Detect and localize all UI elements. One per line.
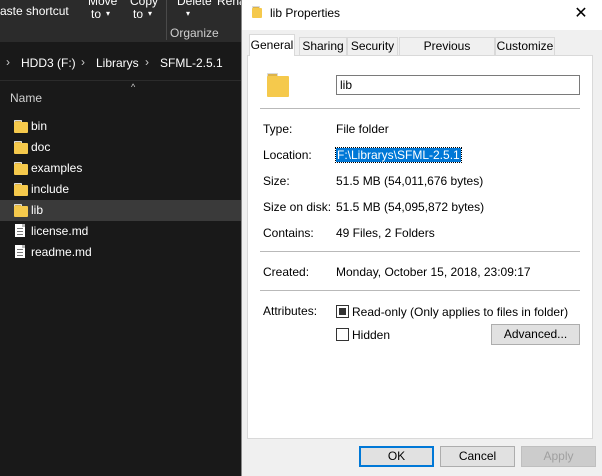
dialog-title: lib Properties (270, 6, 341, 20)
ribbon-group-label: Organize (170, 26, 219, 40)
size-on-disk-label: Size on disk: (263, 200, 332, 214)
readonly-checkbox[interactable] (336, 305, 349, 318)
size-label: Size: (263, 174, 290, 188)
tab-previous-versions[interactable]: Previous Versions (399, 37, 495, 70)
properties-dialog: lib Properties ✕ General Sharing Securit… (241, 0, 602, 476)
hidden-checkbox[interactable] (336, 328, 349, 341)
contains-value: 49 Files, 2 Folders (336, 226, 435, 240)
copy-to-dropdown-icon[interactable]: ▾ (148, 9, 152, 18)
title-bar[interactable]: lib Properties ✕ (242, 0, 602, 30)
list-item-label: include (31, 182, 70, 196)
ok-button[interactable]: OK (359, 446, 434, 467)
ribbon-divider (166, 0, 167, 40)
hidden-label[interactable]: Hidden (352, 328, 390, 342)
folder-name-input[interactable] (336, 75, 580, 95)
close-button[interactable]: ✕ (569, 4, 593, 24)
sort-ascending-icon: ^ (131, 82, 136, 92)
tab-customize[interactable]: Customize (495, 37, 555, 55)
list-item[interactable]: readme.md (0, 242, 242, 263)
location-value[interactable]: F:\Librarys\SFML-2.5.1 (335, 147, 462, 163)
apply-button[interactable]: Apply (521, 446, 596, 467)
advanced-button[interactable]: Advanced... (491, 324, 580, 345)
folder-icon (14, 204, 28, 217)
list-item[interactable]: lib (0, 200, 242, 221)
chevron-right-icon: › (81, 55, 85, 69)
document-icon (15, 224, 25, 237)
move-to-dropdown-icon[interactable]: ▾ (106, 9, 110, 18)
delete-button[interactable]: Delete (177, 0, 212, 8)
list-item-label: lib (31, 203, 44, 217)
list-item[interactable]: doc (0, 137, 242, 158)
address-bar[interactable]: › HDD3 (F:) › Librarys › SFML-2.5.1 (0, 46, 242, 81)
file-list: bin doc examples include lib license.md readme… (0, 116, 242, 263)
breadcrumb-drive[interactable]: HDD3 (F:) (21, 56, 76, 70)
document-icon (15, 245, 25, 258)
column-header-name[interactable]: Name (10, 91, 42, 105)
list-item[interactable]: bin (0, 116, 242, 137)
delete-dropdown-icon[interactable]: ▾ (186, 9, 190, 18)
location-label: Location: (263, 148, 312, 162)
list-item-label: readme.md (31, 245, 92, 259)
cancel-button[interactable]: Cancel (440, 446, 515, 467)
list-item-label: doc (31, 140, 51, 154)
general-panel: Type: File folder Location: F:\Librarys\… (247, 55, 593, 439)
list-item[interactable]: license.md (0, 221, 242, 242)
file-explorer: aste shortcut Move to ▾ Copy to ▾ Delete… (0, 0, 246, 476)
divider (260, 108, 580, 109)
type-value: File folder (336, 122, 389, 136)
ribbon: aste shortcut Move to ▾ Copy to ▾ Delete… (0, 0, 246, 42)
size-value: 51.5 MB (54,011,676 bytes) (336, 174, 484, 188)
breadcrumb-sfml[interactable]: SFML-2.5.1 (160, 56, 223, 70)
breadcrumb-librarys[interactable]: Librarys (96, 56, 139, 70)
contains-label: Contains: (263, 226, 314, 240)
move-to-label[interactable]: to (91, 7, 101, 21)
folder-icon (252, 6, 262, 18)
attributes-label: Attributes: (263, 304, 318, 318)
size-on-disk-value: 51.5 MB (54,095,872 bytes) (336, 200, 485, 214)
list-item-label: examples (31, 161, 83, 175)
list-item[interactable]: examples (0, 158, 242, 179)
copy-to-label[interactable]: to (133, 7, 143, 21)
divider (260, 290, 580, 291)
paste-shortcut-button[interactable]: aste shortcut (0, 4, 69, 18)
created-label: Created: (263, 265, 310, 279)
list-item-label: bin (31, 119, 48, 133)
divider (260, 251, 580, 252)
folder-icon (14, 162, 28, 175)
chevron-right-icon: › (6, 55, 10, 69)
list-item[interactable]: include (0, 179, 242, 200)
tab-security[interactable]: Security (347, 37, 398, 55)
tab-sharing[interactable]: Sharing (299, 37, 347, 55)
type-label: Type: (263, 122, 293, 136)
folder-icon (14, 141, 28, 154)
readonly-label[interactable]: Read-only (Only applies to files in fold… (352, 305, 568, 319)
chevron-right-icon: › (145, 55, 149, 69)
folder-icon (267, 73, 289, 97)
tab-general[interactable]: General (249, 34, 295, 56)
folder-icon (14, 120, 28, 133)
list-item-label: license.md (31, 224, 89, 238)
created-value: Monday, October 15, 2018, 23:09:17 (336, 265, 531, 279)
folder-icon (14, 183, 28, 196)
